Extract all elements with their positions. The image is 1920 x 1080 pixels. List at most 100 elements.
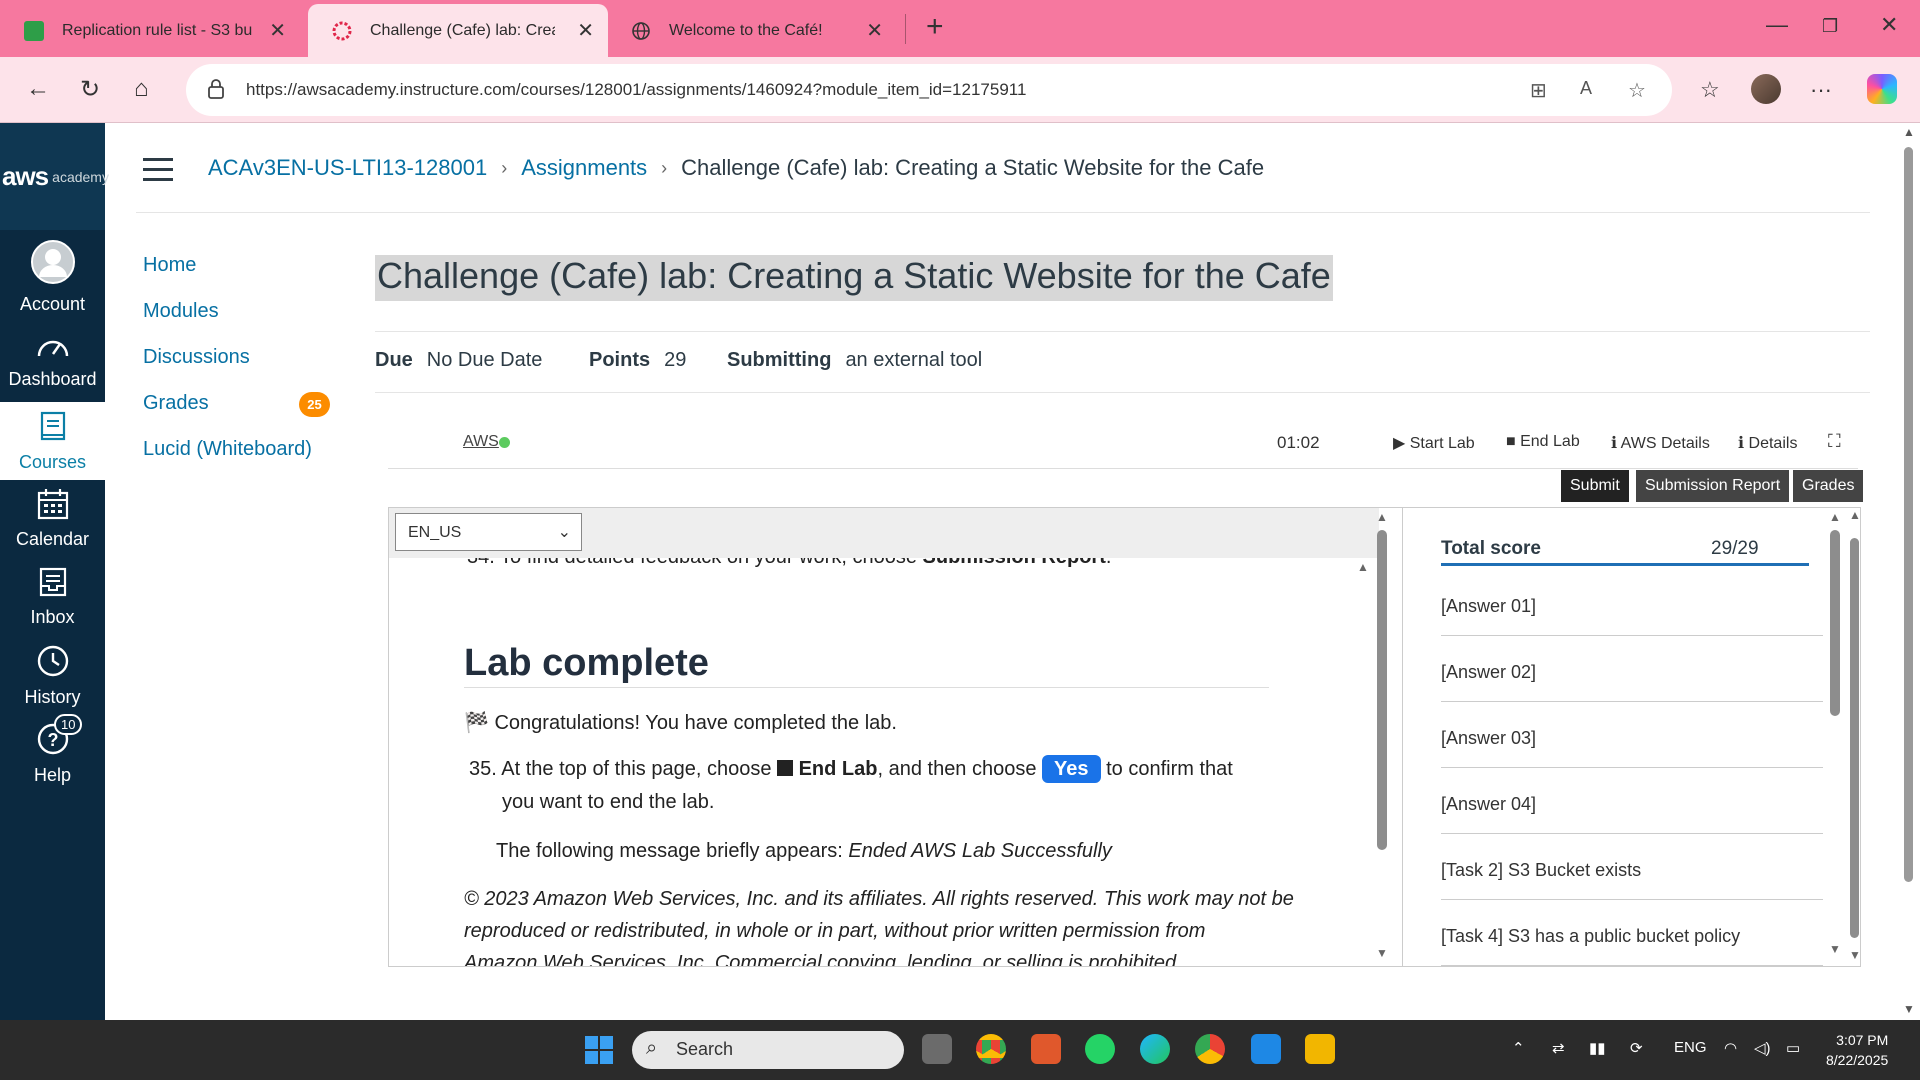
score-item[interactable]: [Answer 03]: [1441, 702, 1823, 768]
course-nav-modules[interactable]: Modules: [143, 300, 219, 323]
score-scrollbar[interactable]: [1830, 530, 1840, 716]
course-menu-toggle[interactable]: [143, 158, 173, 188]
app-available-icon[interactable]: ⊞: [1530, 78, 1547, 103]
task-view-icon[interactable]: [922, 1034, 952, 1064]
inbox-icon: [0, 566, 105, 603]
start-icon[interactable]: [584, 1035, 614, 1065]
file-explorer-icon[interactable]: [1305, 1034, 1335, 1064]
score-item[interactable]: [Task 4] S3 has a public bucket policy: [1441, 900, 1823, 966]
nav-calendar[interactable]: Calendar: [0, 488, 105, 550]
tray-sync-icon[interactable]: ⟳: [1630, 1039, 1643, 1057]
grades-button[interactable]: Grades: [1793, 470, 1864, 502]
home-icon[interactable]: ⌂: [134, 75, 149, 103]
yes-badge: Yes: [1042, 755, 1101, 783]
taskbar: ⌕ Search ⌃ ⇄ ▮▮ ⟳ ENG ◠ ◁) ▭ 3:07 PM 8/2…: [0, 1020, 1920, 1080]
aws-academy-logo[interactable]: aws academy: [0, 123, 109, 230]
submission-report-button[interactable]: Submission Report: [1636, 470, 1790, 502]
close-tab-icon[interactable]: ✕: [577, 18, 594, 43]
breadcrumb-assignments[interactable]: Assignments: [521, 155, 647, 181]
new-tab-icon[interactable]: +: [926, 10, 944, 44]
course-nav-grades[interactable]: Grades: [143, 392, 209, 415]
dashboard-icon: [0, 332, 105, 365]
taskbar-clock[interactable]: 3:07 PM 8/22/2025: [1826, 1030, 1888, 1070]
close-tab-icon[interactable]: ✕: [866, 18, 883, 43]
lab-timer: 01:02: [1277, 433, 1320, 452]
tray-app-icon[interactable]: ⇄: [1552, 1039, 1565, 1057]
breadcrumb-course[interactable]: ACAv3EN-US-LTI13-128001: [208, 155, 487, 181]
aws-console-link[interactable]: AWS: [463, 433, 499, 451]
chrome-icon[interactable]: [976, 1034, 1006, 1064]
scroll-up-icon[interactable]: ▲: [1829, 510, 1841, 524]
end-lab-button[interactable]: ■ End Lab: [1506, 433, 1580, 451]
outer-score-scrollbar[interactable]: [1850, 538, 1859, 938]
scroll-up-icon[interactable]: ▲: [1357, 560, 1369, 574]
battery-icon[interactable]: ▭: [1786, 1039, 1800, 1057]
details-button[interactable]: ℹ Details: [1738, 433, 1797, 453]
course-nav-home[interactable]: Home: [143, 254, 196, 277]
edge-icon[interactable]: [1140, 1034, 1170, 1064]
close-tab-icon[interactable]: ✕: [269, 18, 286, 43]
nav-help[interactable]: ? 10 Help: [0, 714, 105, 786]
checkered-flag-icon: 🏁: [464, 712, 489, 734]
page-scrollbar[interactable]: ▲: [1903, 125, 1915, 895]
language-select[interactable]: EN_US ⌄: [395, 513, 582, 551]
info-icon: ℹ: [1611, 435, 1621, 452]
volume-icon[interactable]: ◁): [1754, 1039, 1771, 1057]
language-indicator[interactable]: ENG: [1674, 1039, 1707, 1056]
refresh-icon[interactable]: ↻: [80, 75, 100, 104]
restore-icon[interactable]: ❐: [1822, 16, 1838, 37]
taskbar-search[interactable]: ⌕ Search: [632, 1031, 904, 1069]
submit-button[interactable]: Submit: [1561, 470, 1629, 502]
breadcrumb-current: Challenge (Cafe) lab: Creating a Static …: [681, 155, 1265, 180]
nav-inbox[interactable]: Inbox: [0, 566, 105, 628]
ubuntu-app-icon[interactable]: [1031, 1034, 1061, 1064]
chrome-profile-icon[interactable]: [1195, 1034, 1225, 1064]
tray-chart-icon[interactable]: ▮▮: [1589, 1039, 1606, 1057]
vscode-icon[interactable]: [1251, 1034, 1281, 1064]
scroll-up-icon[interactable]: ▲: [1849, 508, 1860, 522]
nav-dashboard[interactable]: Dashboard: [0, 332, 105, 390]
scroll-down-icon[interactable]: ▼: [1903, 1002, 1915, 1016]
help-icon: ?: [0, 722, 105, 761]
course-nav-discussions[interactable]: Discussions: [143, 346, 250, 369]
score-item[interactable]: [Answer 01]: [1441, 570, 1823, 636]
search-icon: ⌕: [646, 1037, 658, 1059]
nav-history[interactable]: History: [0, 644, 105, 708]
copyright-line-3: Amazon Web Services, Inc. Commercial cop…: [464, 952, 1182, 967]
nav-courses[interactable]: Courses: [0, 402, 105, 480]
tab-replication-rules[interactable]: Replication rule list - S3 bucket ✕: [0, 4, 300, 57]
copilot-icon[interactable]: [1867, 74, 1897, 104]
scroll-up-icon[interactable]: ▲: [1376, 510, 1388, 524]
nav-account[interactable]: Account: [0, 239, 105, 315]
more-options-icon[interactable]: ···: [1810, 77, 1832, 103]
instructions-scrollbar[interactable]: [1377, 530, 1387, 850]
page-scroll-thumb[interactable]: [1904, 147, 1913, 882]
scroll-down-icon[interactable]: ▼: [1849, 948, 1860, 962]
score-item[interactable]: [Task 2] S3 Bucket exists: [1441, 834, 1823, 900]
score-item[interactable]: [Answer 02]: [1441, 636, 1823, 702]
grades-badge: 25: [299, 392, 330, 417]
course-nav-lucid[interactable]: Lucid (Whiteboard): [143, 438, 312, 461]
back-icon[interactable]: ←: [26, 75, 50, 103]
scroll-down-icon[interactable]: ▼: [1376, 946, 1388, 960]
profile-avatar[interactable]: [1751, 74, 1781, 104]
aws-details-button[interactable]: ℹ AWS Details: [1611, 433, 1710, 453]
close-window-icon[interactable]: ✕: [1880, 12, 1898, 38]
url-field[interactable]: https://awsacademy.instructure.com/cours…: [186, 64, 1672, 116]
chevron-up-icon[interactable]: ⌃: [1512, 1039, 1525, 1057]
start-lab-button[interactable]: ▶ Start Lab: [1393, 433, 1475, 453]
canvas-favicon-icon: [332, 21, 352, 41]
tab-challenge-lab[interactable]: Challenge (Cafe) lab: Creating a Static …: [308, 4, 608, 57]
tab-cafe-welcome[interactable]: Welcome to the Café! ✕: [607, 4, 897, 57]
wifi-icon[interactable]: ◠: [1724, 1039, 1737, 1057]
minimize-icon[interactable]: —: [1766, 12, 1788, 38]
read-aloud-icon[interactable]: A: [1580, 78, 1592, 99]
scroll-down-icon[interactable]: ▼: [1829, 942, 1841, 956]
favorite-star-icon[interactable]: ☆: [1628, 78, 1646, 103]
scroll-up-icon[interactable]: ▲: [1903, 125, 1915, 139]
score-item[interactable]: [Answer 04]: [1441, 768, 1823, 834]
lock-icon: [208, 79, 224, 104]
fullscreen-icon[interactable]: ⛶: [1828, 431, 1841, 452]
whatsapp-icon[interactable]: [1085, 1034, 1115, 1064]
favorites-icon[interactable]: ☆: [1700, 77, 1720, 103]
